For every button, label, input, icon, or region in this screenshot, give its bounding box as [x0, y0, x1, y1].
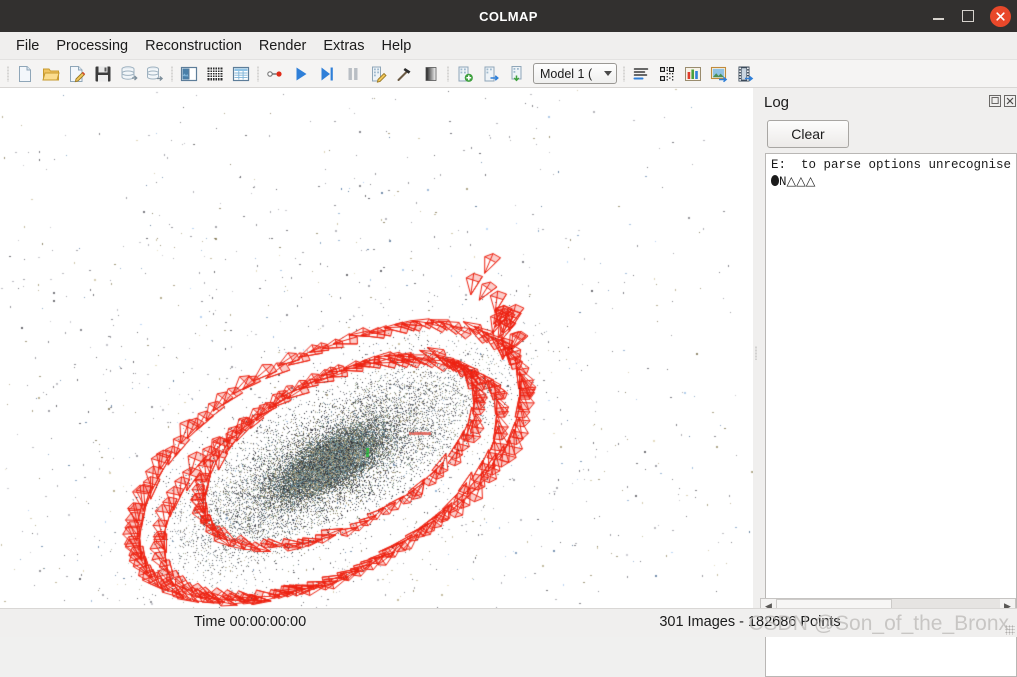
- save-project-button[interactable]: [90, 61, 116, 87]
- start-reconstruction-button[interactable]: [288, 61, 314, 87]
- import-database-icon: [121, 65, 138, 80]
- image-panel-icon: [180, 66, 198, 81]
- new-project-button[interactable]: [12, 61, 38, 87]
- log-panel-buttons: [988, 94, 1016, 107]
- minimize-button[interactable]: [923, 0, 953, 32]
- colmap-window: COLMAP File Processing Reconstruction Re…: [0, 0, 1017, 677]
- pause-icon: [348, 67, 358, 80]
- gradient-square-icon: [425, 66, 437, 81]
- database-management-button[interactable]: [228, 61, 254, 87]
- export-model-button[interactable]: [142, 61, 168, 87]
- log-line: N△△△: [766, 174, 1016, 191]
- toolbar-separator: [4, 65, 12, 83]
- close-button[interactable]: [983, 0, 1017, 32]
- menu-reconstruction[interactable]: Reconstruction: [137, 35, 250, 57]
- grid-matrix-icon: [207, 67, 223, 80]
- bundle-adjustment-button[interactable]: [366, 61, 392, 87]
- log-panel-header: Log: [759, 88, 1017, 116]
- pause-reconstruction-button[interactable]: [340, 61, 366, 87]
- dense-reconstruction-button[interactable]: [392, 61, 418, 87]
- building-download-icon: [511, 65, 522, 81]
- play-icon: [296, 67, 307, 80]
- window-controls: [923, 0, 1017, 32]
- window-title: COLMAP: [479, 8, 538, 24]
- qr-code-icon: [660, 66, 674, 81]
- menu-file[interactable]: File: [8, 35, 47, 57]
- menu-processing[interactable]: Processing: [48, 35, 136, 57]
- unknown-glyph-icon: [771, 175, 779, 186]
- log-line-text: N△△△: [779, 175, 816, 189]
- toolbar-separator: [620, 65, 628, 83]
- save-model-button[interactable]: [504, 61, 530, 87]
- status-time: Time 00:00:00:00: [193, 614, 307, 630]
- edit-document-icon: [70, 65, 86, 82]
- feature-extraction-button[interactable]: [176, 61, 202, 87]
- status-model-counts: 301 Images - 182686 Points: [659, 614, 841, 630]
- log-panel: Log Clear E: to parse options unrecognis…: [759, 88, 1017, 677]
- tool-bar: Model 1 (: [0, 60, 1017, 88]
- open-project-button[interactable]: [38, 61, 64, 87]
- model-viewer[interactable]: [0, 88, 753, 609]
- node-link-icon: [267, 70, 282, 77]
- resize-grip-icon[interactable]: [1005, 625, 1015, 635]
- undock-icon[interactable]: [988, 94, 1001, 107]
- building-transfer-icon: [484, 66, 499, 81]
- automatic-reconstruction-button[interactable]: [262, 61, 288, 87]
- add-model-button[interactable]: [452, 61, 478, 87]
- photo-export-icon: [710, 66, 728, 82]
- toolbar-separator: [444, 65, 452, 83]
- close-icon: [989, 5, 1011, 27]
- transfer-model-button[interactable]: [478, 61, 504, 87]
- clear-log-button[interactable]: Clear: [767, 120, 849, 148]
- match-matrix-button[interactable]: [654, 61, 680, 87]
- open-folder-icon: [42, 68, 60, 80]
- menu-extras[interactable]: Extras: [315, 35, 372, 57]
- model-statistics-button[interactable]: [680, 61, 706, 87]
- log-line: E: to parse options unrecognise: [771, 158, 1012, 172]
- skip-next-icon: [321, 67, 333, 80]
- menu-help[interactable]: Help: [373, 35, 419, 57]
- floppy-disk-icon: [95, 66, 111, 81]
- edit-building-icon: [372, 66, 387, 83]
- new-document-icon: [19, 65, 31, 82]
- log-panel-title: Log: [764, 93, 790, 111]
- grab-movie-button[interactable]: [732, 61, 758, 87]
- menu-bar: File Processing Reconstruction Render Ex…: [0, 32, 1017, 60]
- model-selector-value: Model 1 (: [540, 66, 593, 81]
- point-cloud-canvas[interactable]: [0, 88, 753, 609]
- import-model-button[interactable]: [116, 61, 142, 87]
- show-log-button[interactable]: [628, 61, 654, 87]
- title-bar: COLMAP: [0, 0, 1017, 32]
- show-images-button[interactable]: [706, 61, 732, 87]
- feature-matching-button[interactable]: [202, 61, 228, 87]
- bar-chart-icon: [685, 66, 701, 81]
- toolbar-separator: [254, 65, 262, 83]
- model-selector[interactable]: Model 1 (: [533, 63, 617, 84]
- table-window-icon: [232, 66, 250, 81]
- film-strip-icon: [738, 66, 754, 81]
- menu-render[interactable]: Render: [251, 35, 315, 57]
- status-bar: Time 00:00:00:00 301 Images - 182686 Poi…: [0, 608, 1017, 637]
- reconstruct-next-image-button[interactable]: [314, 61, 340, 87]
- minimize-icon: [932, 18, 944, 20]
- toolbar-separator: [168, 65, 176, 83]
- render-options-button[interactable]: [418, 61, 444, 87]
- maximize-button[interactable]: [953, 0, 983, 32]
- edit-project-button[interactable]: [64, 61, 90, 87]
- export-database-icon: [147, 66, 164, 81]
- chevron-down-icon: [604, 71, 612, 76]
- maximize-icon: [962, 10, 974, 22]
- text-lines-icon: [633, 67, 649, 79]
- close-icon[interactable]: [1003, 94, 1016, 107]
- building-add-icon: [458, 66, 473, 82]
- hammer-icon: [397, 67, 411, 81]
